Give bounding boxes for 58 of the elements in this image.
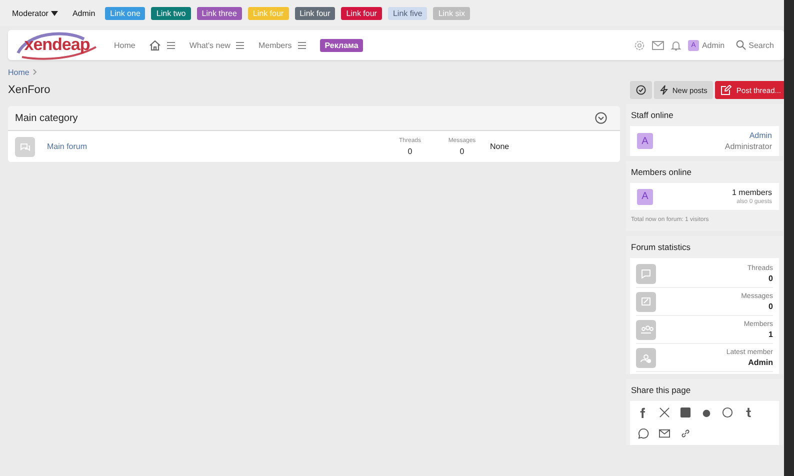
message-icon	[636, 292, 656, 312]
people-icon	[636, 320, 656, 340]
member-link[interactable]: Admin	[749, 131, 772, 140]
user-link[interactable]: Admin	[702, 40, 725, 50]
nav-tab[interactable]: Home	[114, 40, 136, 50]
stat-value: 0	[408, 146, 412, 156]
link-chip[interactable]: Link two	[151, 6, 191, 20]
mark-read-button[interactable]	[630, 81, 652, 99]
admin-link[interactable]: Admin	[72, 8, 96, 18]
block-title: Members online	[630, 166, 692, 179]
message-icon	[636, 264, 656, 284]
chevron-icon	[33, 69, 38, 75]
check-circle-icon	[636, 85, 646, 95]
nav-tab[interactable]: What's new	[189, 40, 230, 50]
block-title: Forum statistics	[630, 241, 692, 254]
member-count: 1 members	[732, 188, 772, 197]
tumblr-icon[interactable]	[743, 407, 754, 418]
x-icon[interactable]	[659, 407, 670, 418]
home-icon[interactable]	[149, 40, 162, 50]
collapse-icon[interactable]	[595, 112, 607, 124]
block-title: Staff online	[630, 109, 674, 122]
link-chip[interactable]: Link three	[196, 6, 242, 20]
stat-value: Admin	[748, 358, 773, 366]
page-title: XenForo	[8, 84, 52, 98]
nav-tab[interactable]: Members	[258, 40, 292, 50]
search-link[interactable]: Search	[748, 40, 774, 50]
forum-icon	[15, 136, 35, 156]
link-chip[interactable]: Link five	[388, 6, 428, 20]
link-chip[interactable]: Link one	[105, 6, 146, 20]
link-icon[interactable]	[680, 428, 691, 439]
category-title[interactable]: Main category	[15, 112, 78, 124]
latest-post: None	[490, 142, 510, 151]
block-title: Share this page	[630, 384, 692, 397]
avatar[interactable]: A	[637, 188, 653, 204]
link-chip[interactable]: Link four	[341, 6, 382, 20]
bolt-icon	[660, 85, 668, 95]
menu-icon[interactable]	[167, 42, 176, 48]
link-chip[interactable]: Link four	[294, 6, 336, 20]
stat-value: 0	[460, 146, 464, 156]
stat-value: 1	[768, 330, 773, 338]
stat-value: 0	[768, 302, 773, 310]
email-icon[interactable]	[659, 428, 670, 439]
logo[interactable]: xendeap	[14, 31, 100, 59]
avatar[interactable]: A	[637, 133, 653, 149]
menu-icon[interactable]	[236, 42, 244, 48]
bell-icon[interactable]	[670, 40, 681, 50]
stat-value: 0	[768, 274, 773, 282]
search-icon[interactable]	[736, 40, 746, 50]
user-icon	[636, 348, 656, 368]
member-role: Administrator	[724, 142, 772, 151]
whatsapp-icon[interactable]	[638, 428, 649, 439]
menu-icon[interactable]	[298, 42, 306, 48]
forum-link[interactable]: Main forum	[47, 142, 384, 151]
caret-icon	[51, 10, 58, 16]
edit-icon	[721, 85, 732, 95]
user-menu[interactable]: Moderator	[12, 8, 58, 18]
breadcrumb-link[interactable]: Home	[8, 68, 30, 76]
envelope-icon[interactable]	[652, 40, 664, 50]
